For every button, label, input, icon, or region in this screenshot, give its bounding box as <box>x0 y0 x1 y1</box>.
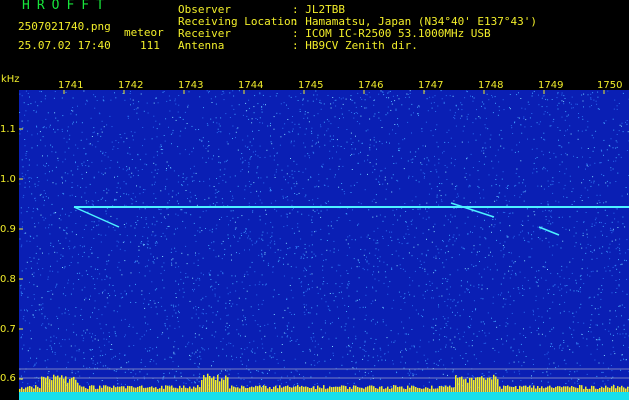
meteor-count: 111 <box>140 39 160 52</box>
y-tick-label: 0.8 <box>0 274 16 285</box>
header-panel: HROFFT 2507021740.png 25.07.02 17:40 met… <box>0 0 629 76</box>
y-tick-label: 1.1 <box>0 124 16 135</box>
capture-datetime: 25.07.02 17:40 <box>18 39 111 52</box>
y-tick-label: 0.7 <box>0 324 16 335</box>
meteor-label: meteor <box>124 26 164 39</box>
spectrogram-background <box>19 90 629 400</box>
image-filename: 2507021740.png <box>18 20 111 33</box>
y-tick-label: 0.6 <box>0 373 16 384</box>
hrofft-logo: HROFFT <box>22 0 111 13</box>
antenna-label: Antenna <box>178 39 225 52</box>
spectrogram-plot <box>19 90 629 400</box>
bottom-band <box>19 392 629 400</box>
y-tick-label: 1.0 <box>0 174 16 185</box>
antenna-value: : HB9CV Zenith dir. <box>292 39 418 52</box>
y-tick-label: 0.9 <box>0 224 16 235</box>
y-axis-unit: kHz <box>1 74 20 85</box>
